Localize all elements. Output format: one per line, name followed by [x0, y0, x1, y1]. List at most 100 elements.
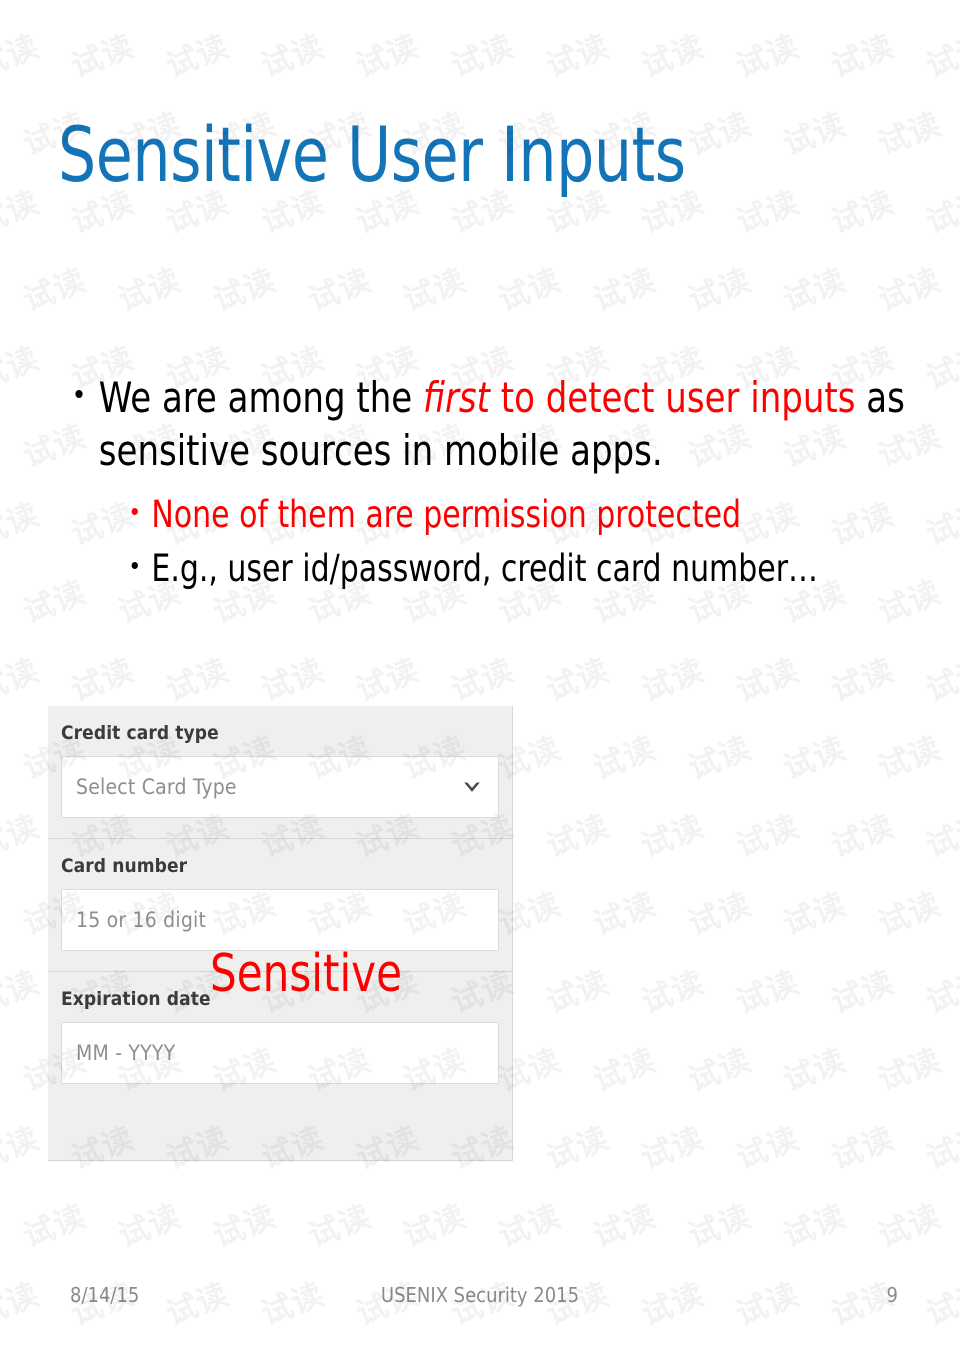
watermark-text: 试读 — [493, 1198, 567, 1255]
bullet1-emphasis-red: to detect user inputs — [489, 373, 856, 422]
credit-card-type-select[interactable]: Select Card Type — [61, 756, 499, 818]
watermark-text: 试读 — [731, 964, 805, 1021]
chevron-down-icon[interactable] — [462, 775, 482, 799]
watermark-text: 试读 — [18, 1198, 92, 1255]
slide-canvas: Sensitive User Inputs We are among the f… — [0, 0, 960, 1357]
watermark-text: 试读 — [0, 1034, 24, 1097]
watermark-text: 试读 — [778, 730, 852, 787]
watermark-text: 试读 — [208, 262, 282, 319]
watermark-text: 试读 — [256, 652, 330, 709]
watermark-text: 试读 — [731, 652, 805, 709]
watermark-text: 试读 — [873, 1198, 947, 1255]
watermark-text: 试读 — [18, 262, 92, 319]
watermark-text: 试读 — [873, 730, 947, 787]
bullet-level1-primary: We are among the first to detect user in… — [70, 372, 918, 478]
watermark-row: 试读试读试读试读试读试读试读试读试读试读试读试读试读试读 — [0, 28, 960, 114]
credit-card-type-label: Credit card type — [61, 722, 219, 744]
watermark-text: 试读 — [208, 1198, 282, 1255]
watermark-text: 试读 — [873, 106, 947, 163]
watermark-text: 试读 — [683, 1042, 757, 1099]
watermark-text: 试读 — [399, 1346, 500, 1357]
watermark-text: 试读 — [303, 262, 377, 319]
watermark-text: 试读 — [588, 730, 662, 787]
form-section-card-type: Credit card type Select Card Type — [48, 706, 512, 838]
watermark-text: 试读 — [351, 28, 425, 85]
bullet1-prefix: We are among the — [98, 373, 423, 422]
card-number-label: Card number — [61, 855, 188, 877]
watermark-text: 试读 — [0, 1346, 24, 1357]
watermark-text: 试读 — [683, 1198, 757, 1255]
watermark-text: 试读 — [541, 1120, 615, 1177]
watermark-text: 试读 — [256, 28, 330, 85]
bullet-dot-icon — [131, 508, 138, 516]
slide-footer: 8/14/15 USENIX Security 2015 9 — [0, 1283, 960, 1313]
watermark-text: 试读 — [921, 28, 960, 85]
watermark-text: 试读 — [778, 1198, 852, 1255]
watermark-text: 试读 — [0, 652, 45, 709]
watermark-text: 试读 — [731, 808, 805, 865]
watermark-text: 试读 — [0, 566, 24, 629]
watermark-text: 试读 — [636, 1120, 710, 1177]
watermark-text: 试读 — [636, 28, 710, 85]
bullet3-label: E.g., user id/password, credit card numb… — [151, 547, 818, 591]
bullet-dot-icon — [75, 390, 83, 399]
watermark-text: 试读 — [588, 262, 662, 319]
watermark-text: 试读 — [304, 0, 405, 7]
watermark-text: 试读 — [826, 652, 900, 709]
watermark-text: 试读 — [874, 1346, 960, 1357]
watermark-text: 试读 — [873, 1042, 947, 1099]
watermark-text: 试读 — [19, 0, 120, 7]
watermark-text: 试读 — [351, 652, 425, 709]
watermark-text: 试读 — [921, 340, 960, 397]
watermark-text: 试读 — [826, 808, 900, 865]
watermark-row: 试读试读试读试读试读试读试读试读试读试读试读试读试读试读 — [0, 1198, 960, 1284]
card-number-placeholder: 15 or 16 digit — [76, 908, 207, 932]
bullet-level2-permission: None of them are permission protected — [128, 492, 943, 538]
watermark-text: 试读 — [0, 1190, 24, 1253]
card-number-input[interactable]: 15 or 16 digit — [61, 889, 499, 951]
watermark-text: 试读 — [161, 28, 235, 85]
watermark-text: 试读 — [113, 1198, 187, 1255]
watermark-text: 试读 — [826, 1120, 900, 1177]
watermark-text: 试读 — [921, 964, 960, 1021]
watermark-text: 试读 — [826, 964, 900, 1021]
watermark-text: 试读 — [778, 1042, 852, 1099]
watermark-text: 试读 — [161, 652, 235, 709]
watermark-text: 试读 — [66, 28, 140, 85]
watermark-text: 试读 — [303, 1198, 377, 1255]
watermark-text: 试读 — [636, 652, 710, 709]
bullet-level2-examples: E.g., user id/password, credit card numb… — [128, 546, 943, 592]
watermark-text: 试读 — [398, 262, 472, 319]
watermark-text: 试读 — [921, 1120, 960, 1177]
watermark-text: 试读 — [778, 886, 852, 943]
watermark-text: 试读 — [113, 262, 187, 319]
watermark-text: 试读 — [209, 0, 310, 7]
watermark-text: 试读 — [0, 722, 24, 785]
watermark-text: 试读 — [446, 652, 520, 709]
expiration-date-input[interactable]: MM - YYYY — [61, 1022, 499, 1084]
watermark-row: 试读试读试读试读试读试读试读试读试读试读试读试读试读试读 — [0, 184, 960, 270]
watermark-text: 试读 — [541, 28, 615, 85]
watermark-text: 试读 — [494, 0, 595, 7]
footer-page-number: 9 — [886, 1283, 898, 1307]
watermark-text: 试读 — [114, 1346, 215, 1357]
watermark-text: 试读 — [779, 1346, 880, 1357]
watermark-text: 试读 — [636, 964, 710, 1021]
watermark-text: 试读 — [0, 410, 24, 473]
watermark-text: 试读 — [826, 184, 900, 241]
watermark-text: 试读 — [66, 652, 140, 709]
watermark-text: 试读 — [0, 340, 45, 397]
bullet-dot-icon — [131, 562, 138, 570]
watermark-text: 试读 — [779, 0, 880, 7]
watermark-row: 试读试读试读试读试读试读试读试读试读试读试读试读试读试读 — [0, 262, 960, 348]
watermark-text: 试读 — [541, 808, 615, 865]
watermark-text: 试读 — [873, 262, 947, 319]
watermark-text: 试读 — [399, 0, 500, 7]
watermark-text: 试读 — [0, 496, 45, 553]
watermark-text: 试读 — [683, 886, 757, 943]
watermark-text: 试读 — [0, 254, 24, 317]
credit-card-type-placeholder: Select Card Type — [76, 775, 237, 799]
expiration-date-placeholder: MM - YYYY — [76, 1041, 176, 1065]
watermark-text: 试读 — [636, 808, 710, 865]
watermark-text: 试读 — [541, 964, 615, 1021]
